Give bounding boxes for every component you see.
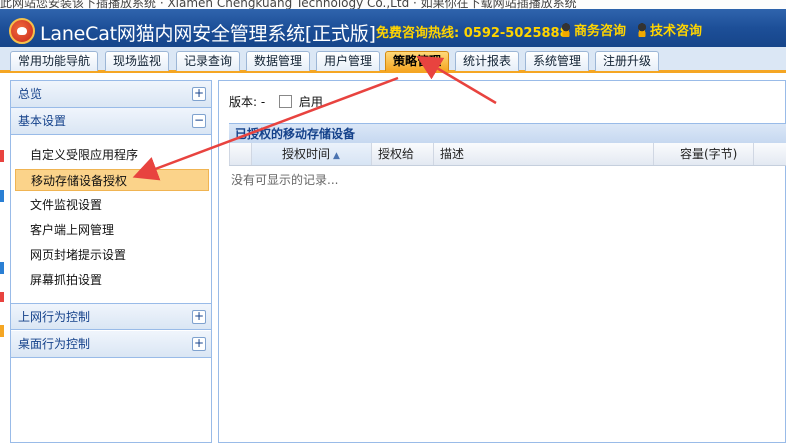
tab-live-monitor[interactable]: 现场监视 (105, 51, 170, 71)
section-basic-settings[interactable]: 基本设置 − (11, 108, 211, 135)
qq-icon (560, 23, 572, 37)
tech-consult-label: 技术咨询 (650, 24, 703, 39)
tab-statistics-report[interactable]: 统计报表 (455, 51, 520, 71)
content-panel: 版本: - 启用 已授权的移动存储设备 授权时间 ▲ 授权给 描述 容量(字节) … (218, 80, 786, 443)
sidebar-item-client-web[interactable]: 客户端上网管理 (15, 219, 209, 241)
tab-data-management[interactable]: 数据管理 (246, 51, 311, 71)
collapse-icon[interactable]: − (192, 114, 206, 128)
enable-label: 启用 (298, 95, 323, 109)
version-toolbar: 版本: - 启用 (229, 93, 323, 110)
tab-policy-management[interactable]: 策略管理 (385, 51, 450, 71)
row-number-column (229, 143, 251, 165)
sidebar-item-restricted-apps[interactable]: 自定义受限应用程序 (15, 144, 209, 166)
grid-title: 已授权的移动存储设备 (229, 123, 786, 143)
main-tab-bar: 常用功能导航 现场监视 记录查询 数据管理 用户管理 策略管理 统计报表 系统管… (0, 47, 786, 73)
section-label: 总览 (18, 87, 43, 101)
edge-marker (0, 150, 4, 162)
sort-asc-icon: ▲ (333, 151, 340, 161)
section-label: 桌面行为控制 (18, 337, 91, 351)
navigation-panel: 总览 + 基本设置 − 自定义受限应用程序 移动存储设备授权 文件监视设置 客户… (10, 80, 212, 443)
notice-strip: 此网站您安装该下插播放系统 · Xiamen Chengkuang Techno… (0, 0, 786, 9)
edge-marker (0, 262, 4, 274)
column-label: 授权时间 (282, 147, 331, 161)
section-overview[interactable]: 总览 + (11, 81, 211, 108)
column-header-auth-time[interactable]: 授权时间 ▲ (251, 143, 371, 165)
enable-checkbox[interactable] (279, 95, 293, 108)
version-label: 版本: - (229, 95, 266, 109)
expand-icon[interactable]: + (192, 310, 206, 324)
app-header: LaneCat网猫内网安全管理系统[正式版] 免费咨询热线: 0592-5025… (0, 9, 786, 47)
edge-marker (0, 190, 4, 202)
section-label: 上网行为控制 (18, 310, 91, 324)
column-header-auth-to[interactable]: 授权给 (371, 143, 433, 165)
edge-marker (0, 325, 4, 337)
tab-register-upgrade[interactable]: 注册升级 (595, 51, 660, 71)
sidebar-item-block-page[interactable]: 网页封堵提示设置 (15, 244, 209, 266)
expand-icon[interactable]: + (192, 337, 206, 351)
business-consult-label: 商务咨询 (574, 24, 627, 39)
hotline-text: 免费咨询热线: 0592-5025888 (376, 26, 569, 41)
tech-consult-link[interactable]: 技术咨询 (636, 20, 702, 39)
app-title: LaneCat网猫内网安全管理系统[正式版] (40, 23, 376, 45)
tab-system-management[interactable]: 系统管理 (525, 51, 590, 71)
column-header-capacity[interactable]: 容量(字节) (653, 143, 753, 165)
section-desktop-behavior[interactable]: 桌面行为控制 + (11, 331, 211, 358)
tab-user-management[interactable]: 用户管理 (316, 51, 381, 71)
business-consult-link[interactable]: 商务咨询 (560, 20, 626, 39)
column-header-description[interactable]: 描述 (433, 143, 653, 165)
qq-icon (636, 23, 648, 37)
section-web-behavior[interactable]: 上网行为控制 + (11, 303, 211, 330)
tab-common-nav[interactable]: 常用功能导航 (10, 51, 99, 71)
notice-text: 此网站您安装该下插播放系统 · Xiamen Chengkuang Techno… (0, 0, 577, 9)
column-header-extra (753, 143, 786, 165)
tab-record-query[interactable]: 记录查询 (176, 51, 241, 71)
empty-grid-message: 没有可显示的记录... (231, 173, 339, 187)
edge-marker (0, 292, 4, 302)
sidebar-item-screen-capture[interactable]: 屏幕抓拍设置 (15, 269, 209, 291)
section-label: 基本设置 (18, 114, 67, 128)
sidebar-item-file-monitor[interactable]: 文件监视设置 (15, 194, 209, 216)
lanecat-logo-icon (9, 18, 35, 44)
grid-header: 授权时间 ▲ 授权给 描述 容量(字节) (229, 143, 786, 166)
sidebar-item-usb-storage-auth[interactable]: 移动存储设备授权 (15, 169, 209, 191)
expand-icon[interactable]: + (192, 87, 206, 101)
